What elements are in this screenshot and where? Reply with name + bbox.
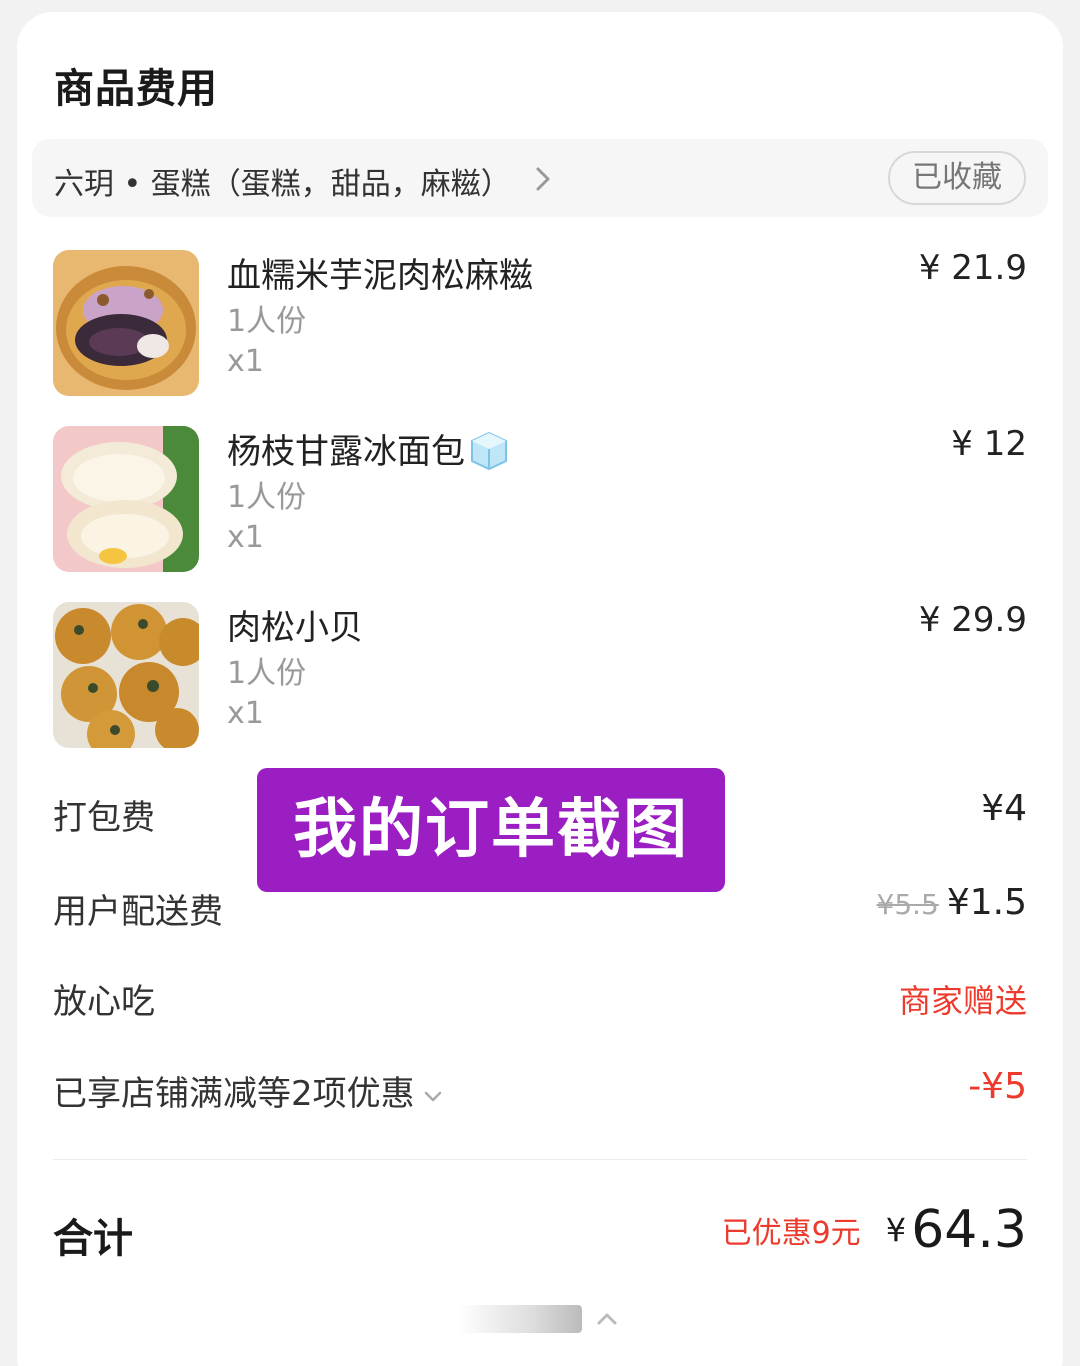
item-price: ¥ 21.9 bbox=[918, 248, 1027, 288]
list-item[interactable]: 杨枝甘露冰面包 1人份 x1 ¥ 12 bbox=[53, 424, 1027, 572]
item-quantity: x1 bbox=[227, 696, 264, 731]
item-price: ¥ 12 bbox=[951, 424, 1027, 464]
delivery-fee-current: ¥1.5 bbox=[946, 882, 1027, 923]
bottom-handle[interactable] bbox=[458, 1305, 582, 1333]
delivery-fee-value: ¥5.5 ¥1.5 bbox=[877, 882, 1028, 923]
discounts-row[interactable]: 已享店铺满减等2项优惠 -¥5 bbox=[53, 1066, 1027, 1114]
list-item[interactable]: 血糯米芋泥肉松麻糍 1人份 x1 ¥ 21.9 bbox=[53, 248, 1027, 396]
pork-floss-cake-photo bbox=[53, 602, 199, 748]
item-name: 血糯米芋泥肉松麻糍 bbox=[227, 256, 533, 296]
ice-cube-icon bbox=[471, 431, 507, 470]
divider bbox=[53, 1159, 1027, 1160]
discounts-label-text: 已享店铺满减等2项优惠 bbox=[53, 1074, 415, 1114]
favorite-button[interactable]: 已收藏 bbox=[888, 151, 1026, 205]
item-name: 肉松小贝 bbox=[227, 608, 363, 648]
list-item[interactable]: 肉松小贝 1人份 x1 ¥ 29.9 bbox=[53, 600, 1027, 748]
total-currency: ¥ bbox=[885, 1211, 907, 1249]
assurance-row: 放心吃 商家赠送 bbox=[53, 974, 1027, 1022]
assurance-value: 商家赠送 bbox=[898, 982, 1027, 1020]
total-label: 合计 bbox=[53, 1216, 133, 1262]
chevron-down-icon bbox=[424, 1091, 441, 1101]
discounts-value: -¥5 bbox=[968, 1066, 1027, 1107]
assurance-label: 放心吃 bbox=[53, 982, 155, 1022]
chevron-up-icon[interactable] bbox=[596, 1310, 618, 1326]
discounts-label[interactable]: 已享店铺满减等2项优惠 bbox=[53, 1066, 445, 1115]
item-portion: 1人份 bbox=[227, 480, 307, 515]
packing-fee-label: 打包费 bbox=[53, 798, 155, 838]
total-amount: 64.3 bbox=[911, 1200, 1027, 1260]
overlay-label: 我的订单截图 bbox=[257, 768, 725, 892]
total-value-group: 已优惠9元 ¥ 64.3 bbox=[722, 1200, 1027, 1260]
item-name-text: 杨枝甘露冰面包 bbox=[227, 432, 465, 472]
shop-bar[interactable]: 六玥 • 蛋糕（蛋糕，甜品，麻糍） 已收藏 bbox=[32, 139, 1048, 217]
item-name: 杨枝甘露冰面包 bbox=[227, 424, 509, 473]
section-title: 商品费用 bbox=[54, 66, 218, 112]
item-quantity: x1 bbox=[227, 344, 264, 379]
taro-mochi-photo bbox=[53, 250, 199, 396]
item-portion: 1人份 bbox=[227, 304, 307, 339]
item-quantity: x1 bbox=[227, 520, 264, 555]
item-portion: 1人份 bbox=[227, 656, 307, 691]
chevron-right-icon bbox=[536, 167, 550, 191]
shop-name[interactable]: 六玥 • 蛋糕（蛋糕，甜品，麻糍） bbox=[54, 159, 511, 203]
delivery-fee-label: 用户配送费 bbox=[53, 892, 223, 932]
mango-bread-photo bbox=[53, 426, 199, 572]
total-saved: 已优惠9元 bbox=[721, 1216, 861, 1251]
delivery-fee-original: ¥5.5 bbox=[876, 888, 939, 921]
packing-fee-value: ¥4 bbox=[981, 788, 1027, 829]
item-price: ¥ 29.9 bbox=[918, 600, 1027, 640]
